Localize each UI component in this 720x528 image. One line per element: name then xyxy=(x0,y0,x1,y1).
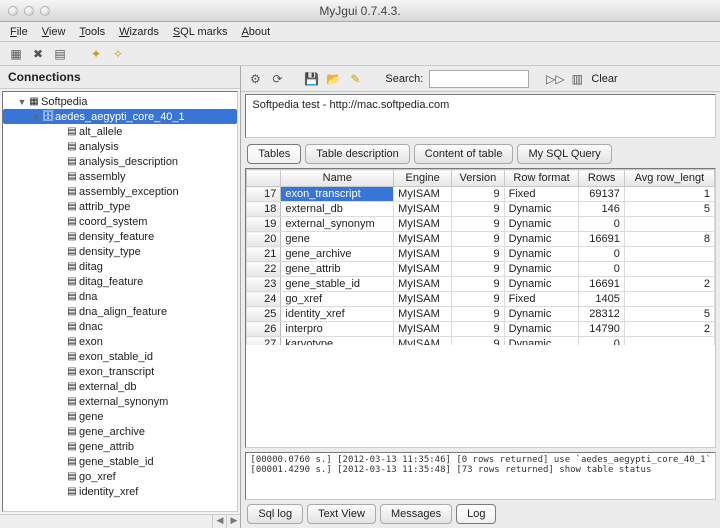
tree-table[interactable]: ▤ditag xyxy=(3,259,237,274)
tab-log[interactable]: Log xyxy=(456,504,496,524)
col-name[interactable]: Name xyxy=(281,170,394,187)
tree-table[interactable]: ▤alt_allele xyxy=(3,124,237,139)
wand-icon[interactable]: ✦ xyxy=(88,46,104,62)
refresh-icon[interactable]: ⟳ xyxy=(269,71,285,87)
tree-table[interactable]: ▤coord_system xyxy=(3,214,237,229)
table-row[interactable]: 23gene_stable_idMyISAM9Dynamic166912 xyxy=(247,277,715,292)
tree-table[interactable]: ▤exon_stable_id xyxy=(3,349,237,364)
tree-table[interactable]: ▤external_db xyxy=(3,379,237,394)
zoom-icon[interactable] xyxy=(40,6,50,16)
panel-title: Connections xyxy=(0,66,240,89)
titlebar: MyJgui 0.7.4.3. xyxy=(0,0,720,22)
tree-connection[interactable]: ▼▦Softpedia xyxy=(3,94,237,109)
search-next-icon[interactable]: ▷▷ xyxy=(547,71,563,87)
tree-table[interactable]: ▤external_synonym xyxy=(3,394,237,409)
col-rowfmt[interactable]: Row format xyxy=(504,170,579,187)
menu-wizards[interactable]: Wizards xyxy=(119,26,159,38)
clear-button[interactable]: Clear xyxy=(591,73,617,85)
connections-tree[interactable]: ▼▦Softpedia▼🗄aedes_aegypti_core_40_1▤alt… xyxy=(2,91,238,512)
tree-database[interactable]: ▼🗄aedes_aegypti_core_40_1 xyxy=(3,109,237,124)
tree-table[interactable]: ▤gene_attrib xyxy=(3,439,237,454)
wand2-icon[interactable]: ✧ xyxy=(110,46,126,62)
scroll-left-icon[interactable]: ◀ xyxy=(212,515,226,528)
tab-tables[interactable]: Tables xyxy=(247,144,301,164)
main-toolbar: ▦ ✖ ▤ ✦ ✧ xyxy=(0,42,720,66)
clear-icon[interactable]: ✎ xyxy=(347,71,363,87)
tab-query[interactable]: My SQL Query xyxy=(517,144,611,164)
search-label: Search: xyxy=(385,73,423,85)
menu-view[interactable]: View xyxy=(42,26,66,38)
tree-table[interactable]: ▤gene xyxy=(3,409,237,424)
tree-table[interactable]: ▤exon_transcript xyxy=(3,364,237,379)
menu-sqlmarks[interactable]: SQL marks xyxy=(173,26,228,38)
tree-table[interactable]: ▤analysis xyxy=(3,139,237,154)
doc-icon[interactable]: ▤ xyxy=(52,46,68,62)
open-icon[interactable]: 📂 xyxy=(325,71,341,87)
tree-table[interactable]: ▤identity_xref xyxy=(3,484,237,499)
window-controls xyxy=(8,6,50,16)
connections-panel: Connections ▼▦Softpedia▼🗄aedes_aegypti_c… xyxy=(0,66,241,528)
table-row[interactable]: 24go_xrefMyISAM9Fixed1405 xyxy=(247,292,715,307)
col-avg[interactable]: Avg row_lengt xyxy=(624,170,714,187)
table-row[interactable]: 19external_synonymMyISAM9Dynamic0 xyxy=(247,217,715,232)
tree-table[interactable]: ▤gene_stable_id xyxy=(3,454,237,469)
tree-table[interactable]: ▤dnac xyxy=(3,319,237,334)
close-icon[interactable] xyxy=(8,6,18,16)
table-row[interactable]: 22gene_attribMyISAM9Dynamic0 xyxy=(247,262,715,277)
scroll-right-icon[interactable]: ▶ xyxy=(226,515,240,528)
db-icon[interactable]: ▦ xyxy=(8,46,24,62)
col-engine[interactable]: Engine xyxy=(394,170,452,187)
log-area[interactable]: [00000.0760 s.] [2012-03-13 11:35:46] [0… xyxy=(245,452,716,500)
tree-table[interactable]: ▤exon xyxy=(3,334,237,349)
tree-table[interactable]: ▤dna_align_feature xyxy=(3,304,237,319)
tree-table[interactable]: ▤attrib_type xyxy=(3,199,237,214)
search-icon[interactable]: ▥ xyxy=(569,71,585,87)
menu-file[interactable]: File xyxy=(10,26,28,38)
save-icon[interactable]: 💾 xyxy=(303,71,319,87)
tree-table[interactable]: ▤assembly_exception xyxy=(3,184,237,199)
tree-hscroll[interactable]: ◀ ▶ xyxy=(0,514,240,528)
main-tabs: Tables Table description Content of tabl… xyxy=(241,140,720,164)
table-row[interactable]: 20geneMyISAM9Dynamic166918 xyxy=(247,232,715,247)
col-rows[interactable]: Rows xyxy=(579,170,624,187)
tab-description[interactable]: Table description xyxy=(305,144,410,164)
menubar: File View Tools Wizards SQL marks About xyxy=(0,22,720,42)
table-row[interactable]: 26interproMyISAM9Dynamic147902 xyxy=(247,322,715,337)
table-row[interactable]: 27karyotypeMyISAM9Dynamic0 xyxy=(247,337,715,346)
tree-table[interactable]: ▤density_type xyxy=(3,244,237,259)
search-input[interactable] xyxy=(429,70,529,88)
menu-tools[interactable]: Tools xyxy=(79,26,105,38)
col-version[interactable]: Version xyxy=(452,170,504,187)
tab-textview[interactable]: Text View xyxy=(307,504,376,524)
tree-table[interactable]: ▤dna xyxy=(3,289,237,304)
tree-table[interactable]: ▤ditag_feature xyxy=(3,274,237,289)
tree-table[interactable]: ▤density_feature xyxy=(3,229,237,244)
table-row[interactable]: 17exon_transcriptMyISAM9Fixed691371 xyxy=(247,187,715,202)
sql-note[interactable]: Softpedia test - http://mac.softpedia.co… xyxy=(245,94,716,138)
minimize-icon[interactable] xyxy=(24,6,34,16)
right-toolbar: ⚙ ⟳ 💾 📂 ✎ Search: ▷▷ ▥ Clear xyxy=(241,66,720,92)
tab-messages[interactable]: Messages xyxy=(380,504,452,524)
tree-table[interactable]: ▤gene_archive xyxy=(3,424,237,439)
tables-grid-wrap: Name Engine Version Row format Rows Avg … xyxy=(245,168,716,448)
tables-grid[interactable]: Name Engine Version Row format Rows Avg … xyxy=(246,169,715,345)
window-title: MyJgui 0.7.4.3. xyxy=(319,4,400,18)
table-row[interactable]: 18external_dbMyISAM9Dynamic1465 xyxy=(247,202,715,217)
tab-sqllog[interactable]: Sql log xyxy=(247,504,303,524)
tree-table[interactable]: ▤analysis_description xyxy=(3,154,237,169)
tool-icon[interactable]: ✖ xyxy=(30,46,46,62)
bottom-tabs: Sql log Text View Messages Log xyxy=(241,500,720,528)
tree-table[interactable]: ▤go_xref xyxy=(3,469,237,484)
tree-table[interactable]: ▤assembly xyxy=(3,169,237,184)
table-row[interactable]: 25identity_xrefMyISAM9Dynamic283125 xyxy=(247,307,715,322)
tab-content[interactable]: Content of table xyxy=(414,144,514,164)
menu-about[interactable]: About xyxy=(241,26,270,38)
table-row[interactable]: 21gene_archiveMyISAM9Dynamic0 xyxy=(247,247,715,262)
gear-icon[interactable]: ⚙ xyxy=(247,71,263,87)
